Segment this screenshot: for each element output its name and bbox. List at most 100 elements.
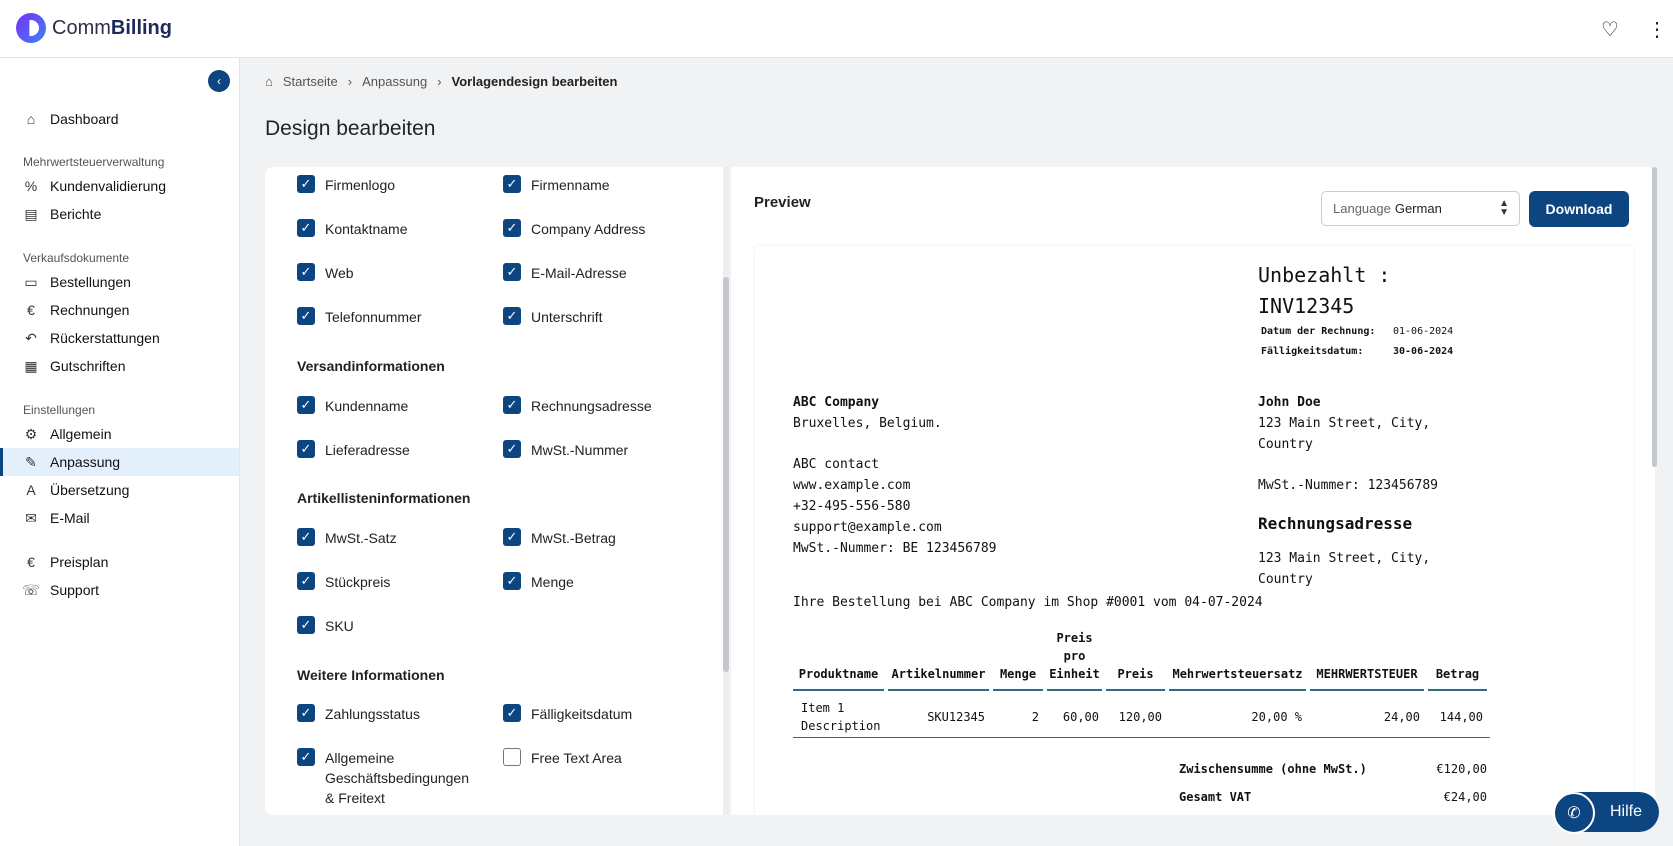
checkbox-checked-icon[interactable]: ✓ <box>503 219 521 237</box>
section-title-shipping: Versandinformationen <box>297 358 445 374</box>
page-title: Design bearbeiten <box>265 117 436 140</box>
home-icon: ⌂ <box>26 111 36 127</box>
vat-total-value: €24,00 <box>1443 790 1487 804</box>
option-kundenname[interactable]: ✓ Kundenname <box>297 396 408 416</box>
option-kontaktname[interactable]: ✓ Kontaktname <box>297 219 408 239</box>
sidebar-item-label: Rückerstattungen <box>50 330 160 346</box>
option-lieferadresse[interactable]: ✓ Lieferadresse <box>297 440 410 460</box>
checkbox-checked-icon[interactable]: ✓ <box>503 704 521 722</box>
checkbox-checked-icon[interactable]: ✓ <box>503 528 521 546</box>
checkbox-checked-icon[interactable]: ✓ <box>297 704 315 722</box>
sidebar-item-preisplan[interactable]: € Preisplan <box>0 548 239 576</box>
option-mwst-satz[interactable]: ✓ MwSt.-Satz <box>297 528 397 548</box>
table-cell: 144,00 <box>1439 710 1483 724</box>
breadcrumb-home[interactable]: Startseite <box>283 74 338 89</box>
checkbox-checked-icon[interactable]: ✓ <box>297 219 315 237</box>
checkbox-checked-icon[interactable]: ✓ <box>503 175 521 193</box>
option-sku[interactable]: ✓ SKU <box>297 616 354 636</box>
option-mwst-betrag[interactable]: ✓ MwSt.-Betrag <box>503 528 616 548</box>
sidebar-section-settings: Einstellungen <box>23 403 96 417</box>
sidebar-item-bestellungen[interactable]: ▭ Bestellungen <box>0 268 239 296</box>
sort-arrows-icon: ▲ ▼ <box>1499 198 1509 218</box>
option-rechnungsadresse[interactable]: ✓ Rechnungsadresse <box>503 396 652 416</box>
sidebar-item-email[interactable]: ✉ E-Mail <box>0 504 239 532</box>
sidebar-item-rechnungen[interactable]: € Rechnungen <box>0 296 239 324</box>
section-title-items: Artikellisteninformationen <box>297 490 471 506</box>
checkbox-checked-icon[interactable]: ✓ <box>297 396 315 414</box>
sidebar-item-uebersetzung[interactable]: A Übersetzung <box>0 476 239 504</box>
option-zahlungsstatus[interactable]: ✓ Zahlungsstatus <box>297 704 420 724</box>
billing-address-2: Country <box>1258 572 1313 587</box>
checkbox-checked-icon[interactable]: ✓ <box>503 572 521 590</box>
sidebar-section-vat: Mehrwertsteuerverwaltung <box>23 155 165 169</box>
language-value: German <box>1394 201 1442 216</box>
option-telefonnummer[interactable]: ✓ Telefonnummer <box>297 307 422 327</box>
checkbox-checked-icon[interactable]: ✓ <box>503 307 521 325</box>
sidebar-item-label: Übersetzung <box>50 482 130 498</box>
checkbox-checked-icon[interactable]: ✓ <box>503 440 521 458</box>
checkbox-checked-icon[interactable]: ✓ <box>297 528 315 546</box>
sidebar-item-label: Support <box>50 582 100 598</box>
checkbox-checked-icon[interactable]: ✓ <box>297 748 315 766</box>
checkbox-checked-icon[interactable]: ✓ <box>297 572 315 590</box>
option-company-address[interactable]: ✓ Company Address <box>503 219 645 239</box>
table-cell: 60,00 <box>1062 710 1099 724</box>
language-select[interactable]: Language German ▲ ▼ <box>1321 191 1520 226</box>
option-free-text-area[interactable]: ✓Free Text Area <box>503 748 622 768</box>
checkbox-checked-icon[interactable]: ✓ <box>503 396 521 414</box>
table-cell: SKU12345 <box>927 710 985 724</box>
sidebar-item-gutschriften[interactable]: ▦ Gutschriften <box>0 352 239 380</box>
option-stueckpreis[interactable]: ✓ Stückpreis <box>297 572 390 592</box>
option-faelligkeitsdatum[interactable]: ✓ Fälligkeitsdatum <box>503 704 632 724</box>
invoice-date-row: Datum der Rechnung: 01-06-2024 <box>1261 326 1454 337</box>
sidebar-item-anpassung[interactable]: ✎ Anpassung <box>0 448 239 476</box>
sidebar-item-label: E-Mail <box>50 510 90 526</box>
preview-scrollbar-thumb[interactable] <box>1652 167 1657 467</box>
table-header: Artikelnummer <box>888 624 989 691</box>
preview-panel: Preview Language German ▲ ▼ Download Unbe… <box>731 167 1655 815</box>
option-firmenlogo[interactable]: ✓ Firmenlogo <box>297 175 395 195</box>
table-header: Produktname <box>793 624 884 691</box>
checkbox-checked-icon[interactable]: ✓ <box>297 440 315 458</box>
customize-icon: ✎ <box>25 453 37 470</box>
checkbox-checked-icon[interactable]: ✓ <box>503 263 521 281</box>
seller-email: support@example.com <box>793 520 942 535</box>
checkbox-unchecked-icon[interactable]: ✓ <box>503 748 521 766</box>
table-header: Preis <box>1106 624 1165 691</box>
option-unterschrift[interactable]: ✓ Unterschrift <box>503 307 603 327</box>
brand-logo[interactable]: CommBilling <box>16 13 172 43</box>
option-menge[interactable]: ✓ Menge <box>503 572 574 592</box>
sidebar-item-dashboard[interactable]: ⌂ Dashboard <box>0 105 239 133</box>
chat-support-icon[interactable]: ✆ <box>1553 792 1595 834</box>
billing-address-1: 123 Main Street, City, <box>1258 551 1431 566</box>
heart-icon[interactable]: ♡ <box>1601 17 1619 42</box>
gear-icon: ⚙ <box>24 425 38 442</box>
option-agb-freitext[interactable]: ✓ Allgemeine Geschäftsbedingungen & Freit… <box>297 748 477 808</box>
sidebar-item-berichte[interactable]: ▤ Berichte <box>0 200 239 228</box>
option-mwst-nummer[interactable]: ✓ MwSt.-Nummer <box>503 440 628 460</box>
collapse-sidebar-button[interactable]: ‹ <box>208 70 230 92</box>
options-scrollbar-thumb[interactable] <box>723 277 729 672</box>
buyer-vat: MwSt.-Nummer: 123456789 <box>1258 478 1439 493</box>
option-email[interactable]: ✓ E-Mail-Adresse <box>503 263 627 283</box>
sidebar-item-kundenvalidierung[interactable]: % Kundenvalidierung <box>0 172 239 200</box>
checkbox-checked-icon[interactable]: ✓ <box>297 263 315 281</box>
option-firmenname[interactable]: ✓ Firmenname <box>503 175 610 195</box>
checkbox-checked-icon[interactable]: ✓ <box>297 307 315 325</box>
table-cell: Item 1 Description <box>801 701 881 733</box>
table-header: Mehrwertsteuersatz <box>1169 624 1306 691</box>
breadcrumb-anpassung[interactable]: Anpassung <box>362 74 427 89</box>
credit-note-icon: ▦ <box>24 357 38 374</box>
percent-doc-icon: % <box>24 178 38 194</box>
checkbox-checked-icon[interactable]: ✓ <box>297 175 315 193</box>
sidebar-item-rueckerstattungen[interactable]: ↶ Rückerstattungen <box>0 324 239 352</box>
download-button[interactable]: Download <box>1529 191 1629 227</box>
sidebar-item-label: Dashboard <box>50 111 119 127</box>
option-web[interactable]: ✓ Web <box>297 263 354 283</box>
table-cell: 20,00 % <box>1251 710 1302 724</box>
sidebar-item-allgemein[interactable]: ⚙ Allgemein <box>0 420 239 448</box>
more-vertical-icon[interactable]: ⋮ <box>1647 17 1667 42</box>
inbox-icon: ▭ <box>24 273 38 290</box>
checkbox-checked-icon[interactable]: ✓ <box>297 616 315 634</box>
sidebar-item-support[interactable]: ☏ Support <box>0 576 239 604</box>
